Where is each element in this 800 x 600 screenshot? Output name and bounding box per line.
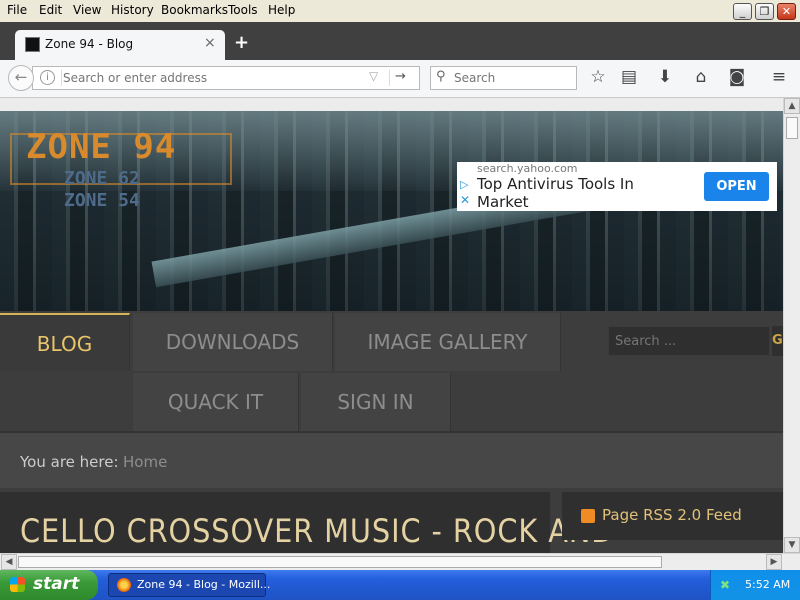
url-divider: [389, 70, 390, 86]
taskbar-firefox-item[interactable]: Zone 94 - Blog - Mozill...: [108, 573, 270, 597]
tab-title: Zone 94 - Blog: [45, 37, 134, 51]
reading-list-icon[interactable]: ▤: [618, 67, 640, 87]
bookmark-star-icon[interactable]: ☆: [587, 67, 609, 87]
ad-open-button[interactable]: OPEN: [704, 172, 769, 201]
restore-button[interactable]: ❐: [755, 3, 774, 20]
clock[interactable]: 5:52 AM: [745, 578, 790, 591]
taskbar: start Zone 94 - Blog - Mozill... ✖ 5:52 …: [0, 570, 800, 600]
nav-quack-it[interactable]: QUACK IT: [133, 373, 299, 431]
menu-help[interactable]: Help: [268, 3, 295, 17]
search-input[interactable]: [454, 67, 572, 89]
site-logo[interactable]: ZONE 94: [26, 127, 176, 167]
rss-icon: [581, 509, 595, 523]
menu-edit[interactable]: Edit: [39, 3, 62, 17]
ad-choices-icon[interactable]: ▷: [460, 178, 468, 191]
url-divider: [61, 70, 62, 86]
top-strip: [0, 98, 783, 111]
site-search-input[interactable]: [615, 331, 765, 351]
taskbar-item-label: Zone 94 - Blog - Mozill...: [137, 578, 271, 591]
ad-domain: search.yahoo.com: [477, 162, 578, 175]
ad-text[interactable]: Top Antivirus Tools In Market: [477, 175, 657, 211]
info-icon[interactable]: i: [40, 70, 55, 85]
rss-widget: Page RSS 2.0 Feed: [562, 492, 783, 540]
start-label: start: [33, 574, 80, 594]
new-tab-button[interactable]: +: [234, 32, 249, 53]
search-bar[interactable]: ⚲: [430, 66, 577, 90]
nav-blog[interactable]: BLOG: [0, 313, 130, 371]
close-window-button[interactable]: ✕: [777, 3, 796, 20]
scroll-left-arrow-icon[interactable]: ◀: [1, 554, 17, 570]
system-tray: ✖ 5:52 AM: [710, 570, 800, 600]
url-bar[interactable]: i ▽ →: [32, 66, 420, 90]
tab-active[interactable]: Zone 94 - Blog ×: [15, 30, 225, 60]
menu-tools[interactable]: Tools: [228, 3, 258, 17]
menu-file[interactable]: File: [7, 3, 27, 17]
rss-feed-link[interactable]: Page RSS 2.0 Feed: [602, 506, 742, 524]
pocket-icon[interactable]: ◙: [726, 67, 748, 87]
menu-view[interactable]: View: [73, 3, 101, 17]
go-arrow-icon[interactable]: →: [395, 69, 406, 84]
menu-history[interactable]: History: [111, 3, 154, 17]
nav-image-gallery[interactable]: IMAGE GALLERY: [335, 313, 561, 371]
tab-favicon-icon: [25, 37, 40, 52]
minimize-button[interactable]: _: [733, 3, 752, 20]
vertical-scroll-thumb[interactable]: [786, 117, 798, 139]
tray-network-icon[interactable]: ✖: [720, 578, 730, 592]
scroll-down-arrow-icon[interactable]: ▼: [784, 537, 800, 553]
logo-subtitle: ZONE 54: [64, 190, 140, 211]
ad-close-icon[interactable]: ✕: [460, 193, 470, 207]
post-title[interactable]: CELLO CROSSOVER MUSIC - ROCK AND: [20, 512, 614, 550]
breadcrumb-home-link[interactable]: Home: [123, 453, 167, 471]
url-input[interactable]: [63, 67, 353, 89]
search-icon: ⚲: [436, 69, 446, 84]
site-search-button[interactable]: G: [772, 326, 783, 356]
tab-close-icon[interactable]: ×: [204, 35, 216, 51]
horizontal-scrollbar[interactable]: ◀ ▶: [0, 553, 800, 570]
ad-banner[interactable]: search.yahoo.com ▷ ✕ Top Antivirus Tools…: [457, 162, 777, 211]
download-icon[interactable]: ⬇: [654, 67, 676, 87]
breadcrumb: You are here: Home: [0, 433, 783, 488]
breadcrumb-label: You are here:: [20, 453, 119, 471]
site-search-box[interactable]: [608, 326, 770, 356]
vertical-scrollbar[interactable]: ▲ ▼: [783, 98, 800, 553]
scroll-up-arrow-icon[interactable]: ▲: [784, 98, 800, 114]
hamburger-menu-icon[interactable]: ≡: [768, 67, 790, 87]
nav-downloads[interactable]: DOWNLOADS: [133, 313, 333, 371]
back-button[interactable]: ←: [8, 65, 34, 91]
post-card: CELLO CROSSOVER MUSIC - ROCK AND: [0, 492, 613, 553]
home-icon[interactable]: ⌂: [690, 67, 712, 87]
nav-sign-in[interactable]: SIGN IN: [301, 373, 451, 431]
horizontal-scroll-thumb[interactable]: [18, 556, 662, 568]
menu-bar: File Edit View History Bookmarks Tools H…: [0, 0, 800, 22]
menu-bookmarks[interactable]: Bookmarks: [161, 3, 228, 17]
windows-logo-icon: [10, 577, 25, 592]
logo-subtitle: ZONE 62: [64, 168, 140, 189]
start-button[interactable]: start: [0, 570, 98, 600]
navigation-bar: i ▽ → ← ⚲ ☆ ▤ ⬇ ⌂ ◙ ≡: [0, 60, 800, 98]
dropdown-arrow-icon[interactable]: ▽: [369, 69, 378, 83]
page-content: ZONE 94 ZONE 62 ZONE 54 search.yahoo.com…: [0, 98, 783, 553]
scroll-right-arrow-icon[interactable]: ▶: [766, 554, 782, 570]
firefox-icon: [117, 578, 131, 592]
